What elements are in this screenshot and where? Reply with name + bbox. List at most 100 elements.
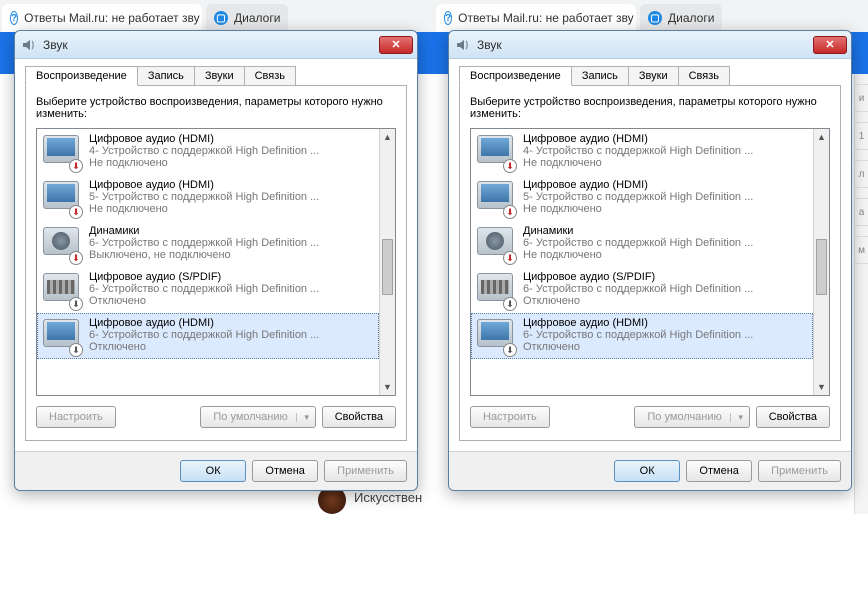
device-status: Отключено [89,341,373,353]
ok-button[interactable]: ОК [180,460,246,482]
mail-favicon-icon: ? [444,11,452,25]
sound-icon [21,37,37,53]
speaker-icon: ⬇ [477,225,515,263]
device-subtitle: 4- Устройство с поддержкой High Definiti… [89,145,373,157]
chevron-down-icon[interactable]: ▼ [296,413,311,422]
device-subtitle: 6- Устройство с поддержкой High Definiti… [523,283,807,295]
monitor-icon: ⬇ [43,179,81,217]
dialog-favicon-icon: ▢ [214,11,228,25]
sound-dialog-right: Звук ✕ Воспроизведение Запись Звуки Связ… [448,30,852,491]
dialog-favicon-icon: ▢ [648,11,662,25]
tab-playback[interactable]: Воспроизведение [459,66,572,86]
tab-sounds[interactable]: Звуки [194,66,245,86]
instruction-text: Выберите устройство воспроизведения, пар… [470,96,830,120]
device-subtitle: 4- Устройство с поддержкой High Definiti… [523,145,807,157]
set-default-label: По умолчанию [213,411,287,423]
status-badge-icon: ⬇ [503,205,517,219]
device-status: Отключено [523,341,807,353]
device-status: Не подключено [523,249,807,261]
tab-recording[interactable]: Запись [571,66,629,86]
scrollbar[interactable]: ▲ ▼ [813,129,829,395]
status-badge-icon: ⬇ [69,205,83,219]
device-status: Отключено [89,295,373,307]
cancel-button[interactable]: Отмена [252,460,318,482]
scroll-up-icon[interactable]: ▲ [380,129,395,145]
status-badge-icon: ⬇ [503,343,517,357]
tab-sounds[interactable]: Звуки [628,66,679,86]
device-title: Цифровое аудио (S/PDIF) [523,271,807,283]
device-status: Не подключено [89,203,373,215]
apply-button[interactable]: Применить [758,460,841,482]
status-badge-icon: ⬇ [503,297,517,311]
device-item[interactable]: ⬇ Цифровое аудио (HDMI) 5- Устройство с … [37,175,379,221]
set-default-label: По умолчанию [647,411,721,423]
device-item[interactable]: ⬇ Динамики 6- Устройство с поддержкой Hi… [471,221,813,267]
scroll-down-icon[interactable]: ▼ [380,379,395,395]
device-item[interactable]: ⬇ Цифровое аудио (HDMI) 4- Устройство с … [471,129,813,175]
avatar-label: Искусствен [354,490,422,505]
cancel-button[interactable]: Отмена [686,460,752,482]
tab-recording[interactable]: Запись [137,66,195,86]
status-badge-icon: ⬇ [503,159,517,173]
spdif-icon: ⬇ [43,271,81,309]
device-subtitle: 6- Устройство с поддержкой High Definiti… [523,237,807,249]
tab-label: Диалоги [234,11,280,25]
device-subtitle: 6- Устройство с поддержкой High Definiti… [89,237,373,249]
tab-label: Ответы Mail.ru: не работает зву [24,11,200,25]
status-badge-icon: ⬇ [69,251,83,265]
device-item[interactable]: ⬇ Динамики 6- Устройство с поддержкой Hi… [37,221,379,267]
device-status: Не подключено [89,157,373,169]
spdif-icon: ⬇ [477,271,515,309]
scrollbar[interactable]: ▲ ▼ [379,129,395,395]
monitor-icon: ⬇ [477,179,515,217]
tab-comm[interactable]: Связь [678,66,730,86]
close-button[interactable]: ✕ [813,36,847,54]
tab-label: Диалоги [668,11,714,25]
status-badge-icon: ⬇ [69,343,83,357]
scroll-thumb[interactable] [382,239,393,295]
device-item[interactable]: ⬇ Цифровое аудио (HDMI) 6- Устройство с … [471,313,813,359]
scroll-up-icon[interactable]: ▲ [814,129,829,145]
ok-button[interactable]: ОК [614,460,680,482]
device-subtitle: 6- Устройство с поддержкой High Definiti… [523,329,807,341]
device-title: Цифровое аудио (HDMI) [523,317,807,329]
device-item[interactable]: ⬇ Цифровое аудио (S/PDIF) 6- Устройство … [471,267,813,313]
configure-button[interactable]: Настроить [36,406,116,428]
titlebar[interactable]: Звук ✕ [15,31,417,59]
browser-tabstrip-right: ? Ответы Mail.ru: не работает зву × ▢ Ди… [434,0,868,32]
device-listbox: ⬇ Цифровое аудио (HDMI) 4- Устройство с … [470,128,830,396]
device-subtitle: 6- Устройство с поддержкой High Definiti… [89,329,373,341]
device-item[interactable]: ⬇ Цифровое аудио (HDMI) 6- Устройство с … [37,313,379,359]
instruction-text: Выберите устройство воспроизведения, пар… [36,96,396,120]
apply-button[interactable]: Применить [324,460,407,482]
titlebar[interactable]: Звук ✕ [449,31,851,59]
tab-playback[interactable]: Воспроизведение [25,66,138,86]
monitor-icon: ⬇ [43,133,81,171]
device-subtitle: 6- Устройство с поддержкой High Definiti… [89,283,373,295]
monitor-icon: ⬇ [43,317,81,355]
browser-tab-mail[interactable]: ? Ответы Mail.ru: не работает зву × [2,4,202,32]
dialog-title: Звук [477,38,813,52]
device-item[interactable]: ⬇ Цифровое аудио (S/PDIF) 6- Устройство … [37,267,379,313]
monitor-icon: ⬇ [477,317,515,355]
device-item[interactable]: ⬇ Цифровое аудио (HDMI) 4- Устройство с … [37,129,379,175]
scroll-thumb[interactable] [816,239,827,295]
browser-tab-dialogs[interactable]: ▢ Диалоги [206,4,288,32]
set-default-button[interactable]: По умолчанию ▼ [634,406,749,428]
device-subtitle: 5- Устройство с поддержкой High Definiti… [89,191,373,203]
close-button[interactable]: ✕ [379,36,413,54]
device-title: Динамики [523,225,807,237]
configure-button[interactable]: Настроить [470,406,550,428]
browser-tab-mail[interactable]: ? Ответы Mail.ru: не работает зву × [436,4,636,32]
mail-favicon-icon: ? [10,11,18,25]
device-item[interactable]: ⬇ Цифровое аудио (HDMI) 5- Устройство с … [471,175,813,221]
dialog-title: Звук [43,38,379,52]
properties-button[interactable]: Свойства [756,406,830,428]
browser-tab-dialogs[interactable]: ▢ Диалоги [640,4,722,32]
properties-button[interactable]: Свойства [322,406,396,428]
set-default-button[interactable]: По умолчанию ▼ [200,406,315,428]
device-title: Цифровое аудио (HDMI) [89,317,373,329]
tab-comm[interactable]: Связь [244,66,296,86]
scroll-down-icon[interactable]: ▼ [814,379,829,395]
chevron-down-icon[interactable]: ▼ [730,413,745,422]
